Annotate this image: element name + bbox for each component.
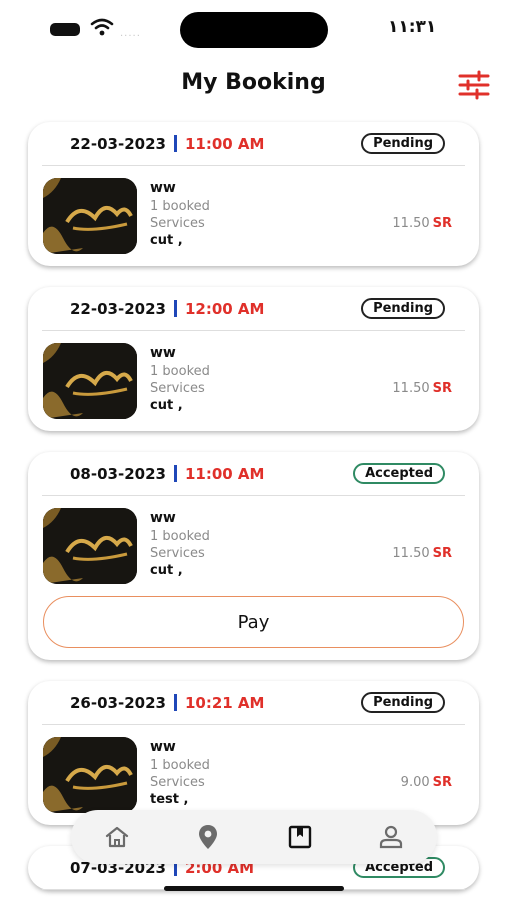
status-badge: Accepted — [353, 463, 445, 484]
booking-date: 22-03-2023 — [70, 299, 166, 318]
home-icon — [105, 826, 128, 848]
services-label: Services — [150, 775, 205, 790]
date-time-separator — [173, 694, 177, 711]
services-label: Services — [150, 216, 205, 231]
booking-time: 11:00 AM — [184, 464, 265, 483]
dynamic-island — [180, 12, 328, 48]
services-label: Services — [150, 546, 205, 561]
services-label: Services — [150, 381, 205, 396]
booking-card[interactable]: 26-03-2023 10:21 AM Pending ww 1 booked … — [28, 681, 479, 825]
service-list: test , — [150, 792, 189, 807]
salon-logo — [43, 508, 137, 584]
service-list: cut , — [150, 563, 183, 578]
booking-card-header: 22-03-2023 11:00 AM Pending — [42, 122, 465, 166]
booking-card[interactable]: 22-03-2023 11:00 AM Pending ww 1 booked … — [28, 122, 479, 266]
booked-count: 1 booked — [150, 758, 210, 773]
booking-date: 22-03-2023 — [70, 134, 166, 153]
service-list: cut , — [150, 398, 183, 413]
booking-card-header: 08-03-2023 11:00 AM Accepted — [42, 452, 465, 496]
salon-logo — [43, 178, 137, 254]
pay-button[interactable]: Pay — [43, 596, 464, 648]
currency: SR — [432, 775, 452, 790]
battery-icon — [50, 23, 80, 36]
booked-count: 1 booked — [150, 364, 210, 379]
bookmark-icon — [288, 825, 311, 849]
date-time-separator — [173, 300, 177, 317]
salon-name: ww — [150, 180, 176, 196]
booked-count: 1 booked — [150, 199, 210, 214]
booking-card-header: 22-03-2023 12:00 AM Pending — [42, 287, 465, 331]
status-badge: Pending — [361, 692, 445, 713]
nav-home[interactable] — [97, 817, 137, 857]
status-badge: Pending — [361, 298, 445, 319]
salon-name: ww — [150, 739, 176, 755]
booked-count: 1 booked — [150, 529, 210, 544]
currency: SR — [432, 546, 452, 561]
status-time: ١١:٣١ — [388, 17, 437, 37]
profile-icon — [380, 825, 403, 849]
wifi-icon — [90, 18, 114, 36]
service-list: cut , — [150, 233, 183, 248]
nav-bookings[interactable] — [280, 817, 320, 857]
status-bar: ..... ١١:٣١ — [0, 0, 507, 60]
booking-date: 08-03-2023 — [70, 464, 166, 483]
filter-sliders-icon[interactable] — [457, 70, 491, 100]
home-indicator — [164, 886, 344, 891]
booking-card-header: 26-03-2023 10:21 AM Pending — [42, 681, 465, 725]
currency: SR — [432, 216, 452, 231]
location-pin-icon — [199, 825, 218, 849]
booking-list: 22-03-2023 11:00 AM Pending ww 1 booked … — [28, 122, 479, 900]
booking-card[interactable]: 08-03-2023 11:00 AM Accepted ww 1 booked… — [28, 452, 479, 660]
salon-name: ww — [150, 510, 176, 526]
booking-price: 11.50 SR — [392, 546, 452, 561]
salon-name: ww — [150, 345, 176, 361]
booking-price: 11.50 SR — [392, 216, 452, 231]
signal-dots: ..... — [120, 28, 141, 39]
booking-card-body: ww 1 booked Services cut , 11.50 SR — [28, 331, 479, 431]
page-title: My Booking — [181, 70, 326, 95]
booking-card-body: ww 1 booked Services cut , 11.50 SR — [28, 166, 479, 266]
booking-card[interactable]: 22-03-2023 12:00 AM Pending ww 1 booked … — [28, 287, 479, 431]
booking-time: 10:21 AM — [184, 693, 265, 712]
salon-logo — [43, 737, 137, 813]
booking-price: 11.50 SR — [392, 381, 452, 396]
booking-time: 11:00 AM — [184, 134, 265, 153]
booking-price: 9.00 SR — [400, 775, 452, 790]
booking-card-body: ww 1 booked Services cut , 11.50 SR — [28, 496, 479, 590]
date-time-separator — [173, 465, 177, 482]
date-time-separator — [173, 135, 177, 152]
salon-logo — [43, 343, 137, 419]
nav-map[interactable] — [188, 817, 228, 857]
booking-time: 12:00 AM — [184, 299, 265, 318]
bottom-nav — [71, 810, 437, 864]
booking-date: 26-03-2023 — [70, 693, 166, 712]
nav-profile[interactable] — [371, 817, 411, 857]
currency: SR — [432, 381, 452, 396]
status-badge: Pending — [361, 133, 445, 154]
